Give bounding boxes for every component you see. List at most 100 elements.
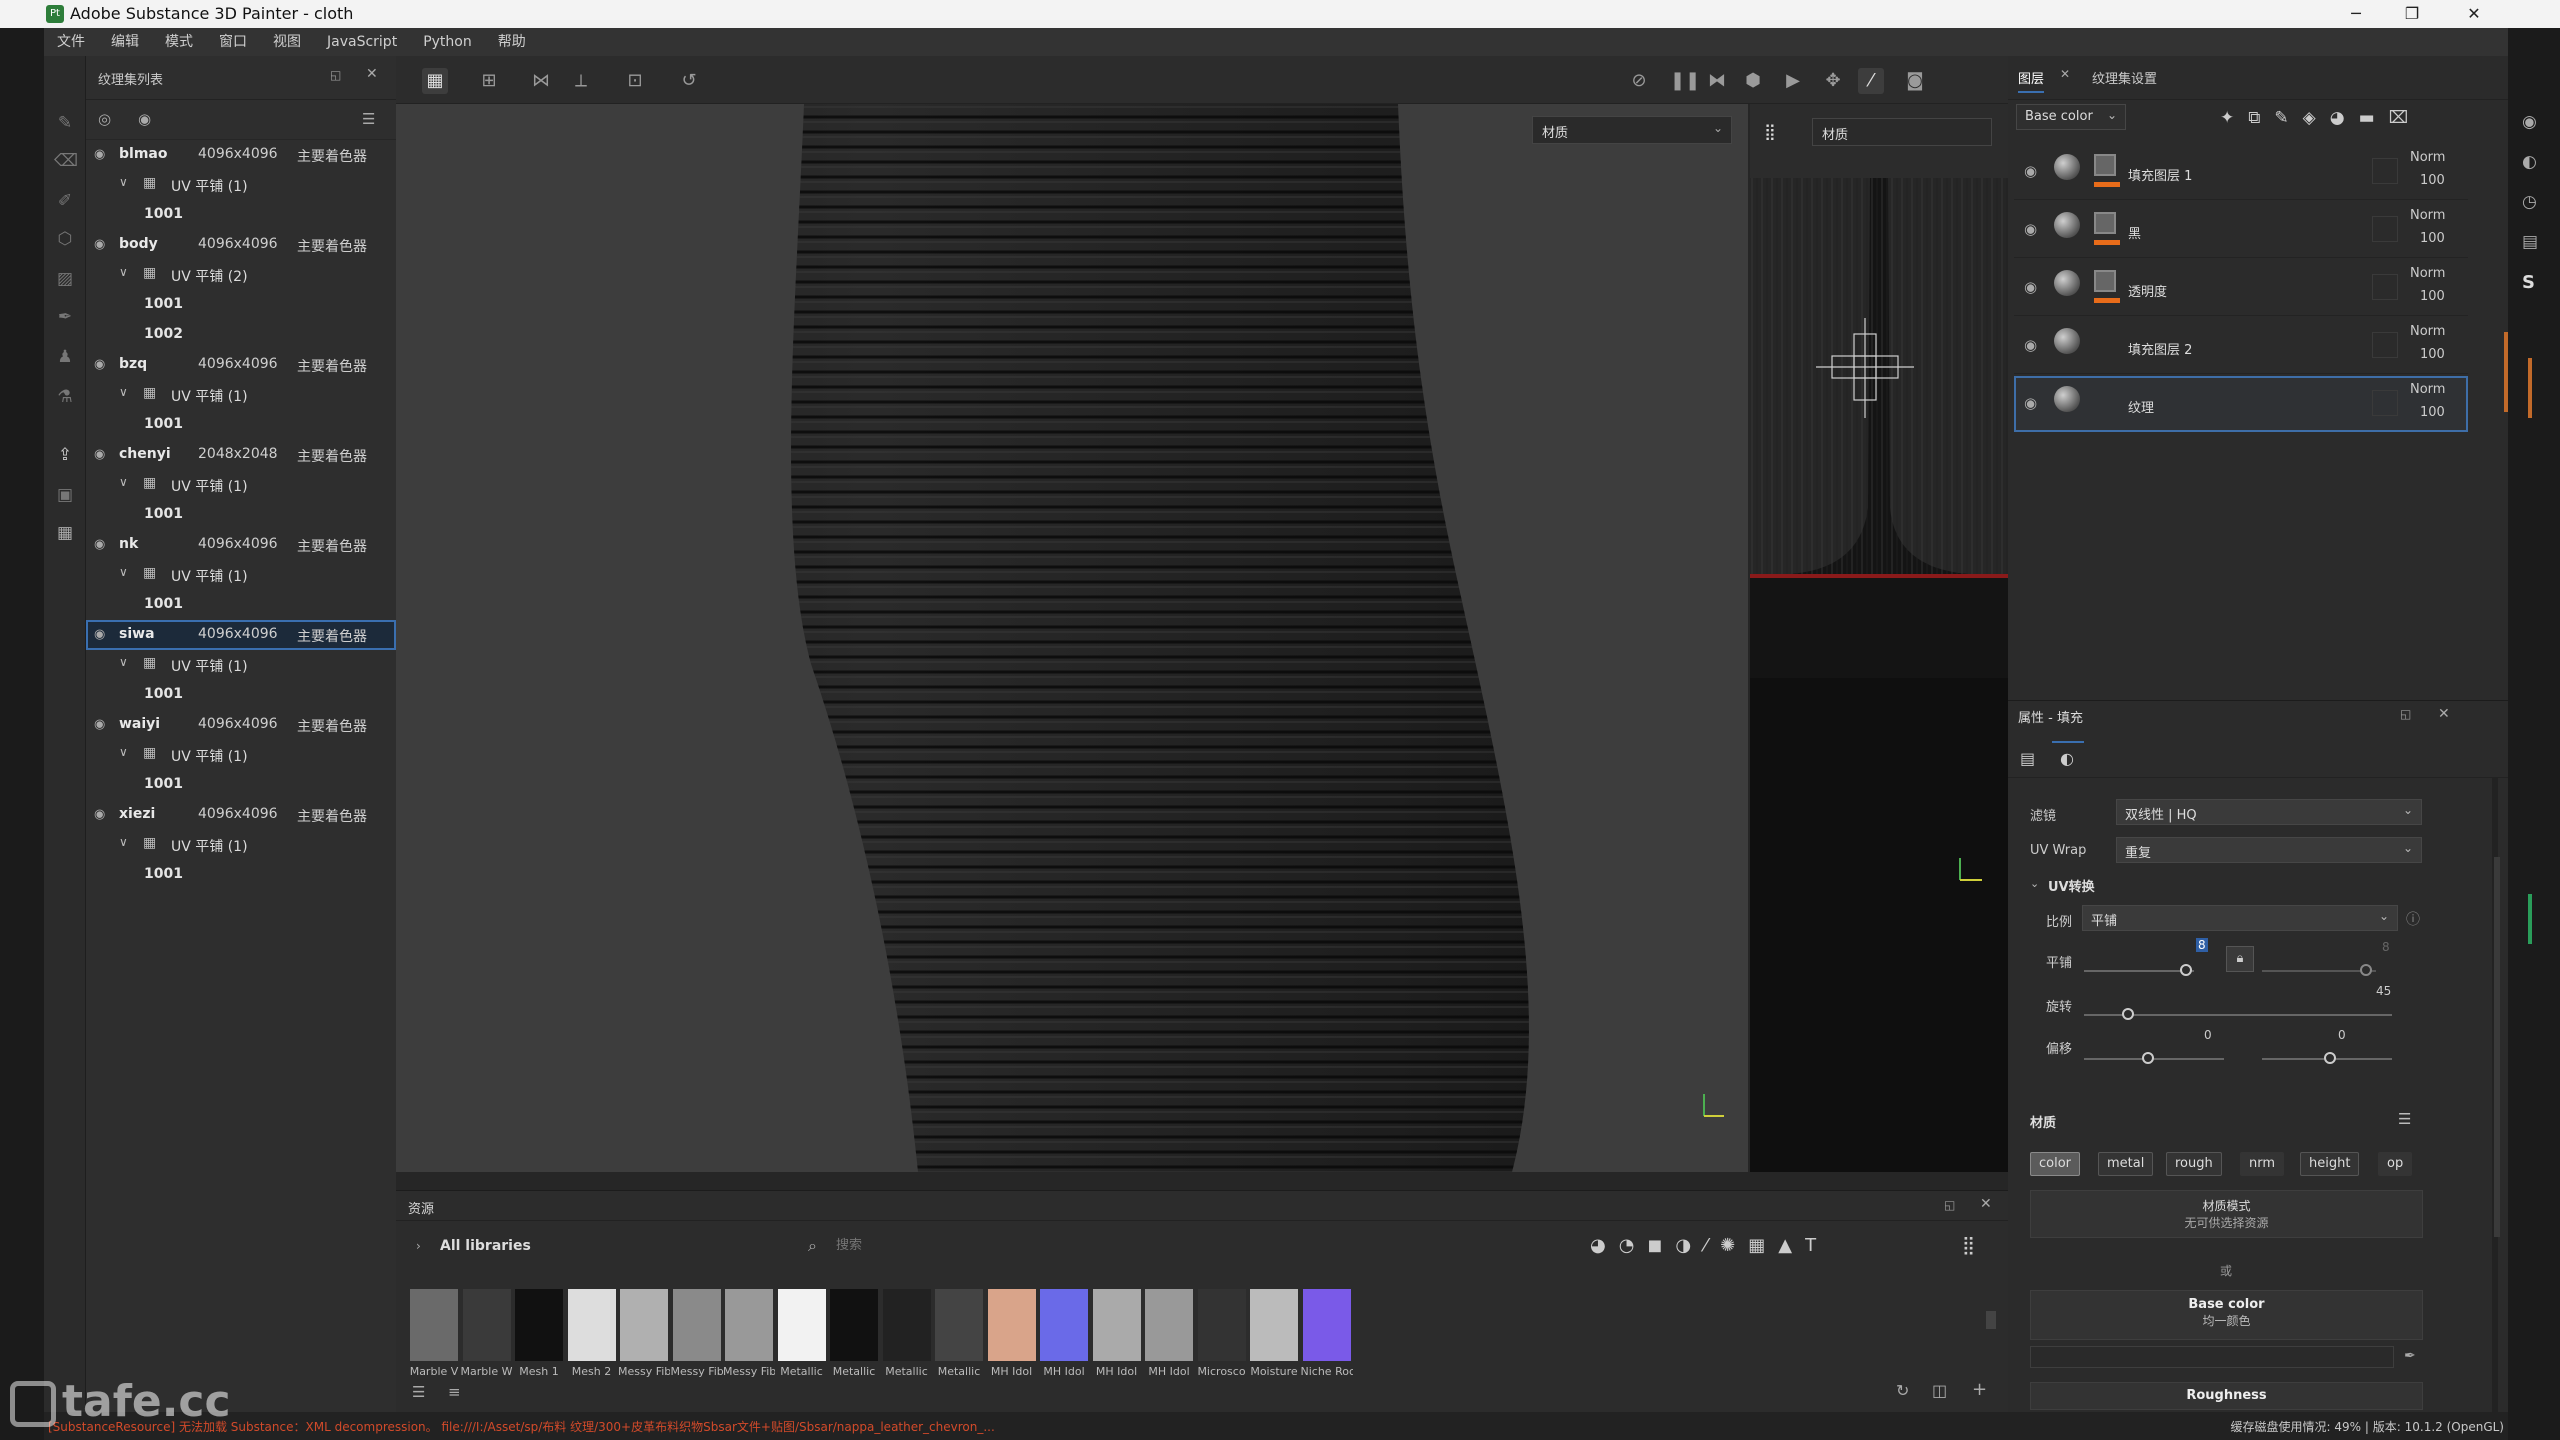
chevron-down-icon[interactable]: ∨ [119, 745, 128, 759]
menu-javascript[interactable]: JavaScript [314, 28, 410, 56]
texture-set-row[interactable]: ◉ xiezi 4096x4096 主要着色器 [86, 800, 396, 830]
sort-icon[interactable]: ≡ [448, 1383, 461, 1401]
base-color-card[interactable]: Base color 均一颜色 [2030, 1290, 2423, 1340]
filter-select[interactable]: 双线性 | HQ ⌄ [2116, 799, 2422, 825]
chevron-down-icon[interactable]: ∨ [119, 385, 128, 399]
eraser-icon[interactable]: ⌫ [54, 150, 78, 172]
chevron-down-icon[interactable]: ∨ [119, 175, 128, 189]
screenshot-icon[interactable]: ▦ [54, 522, 76, 544]
asset-thumbnail[interactable] [987, 1289, 1036, 1361]
asset-thumbnail[interactable] [1040, 1289, 1088, 1361]
scale-mode-select[interactable]: 平铺 ⌄ [2082, 905, 2398, 931]
video-camera-icon[interactable]: ▶ [1780, 68, 1806, 94]
chevron-down-icon[interactable]: ∨ [119, 475, 128, 489]
eye-icon[interactable]: ◉ [94, 447, 105, 462]
layout-grid-icon[interactable]: ⊞ [476, 68, 502, 94]
uv-tile-row[interactable]: 1001 [86, 200, 396, 230]
add-mask-icon[interactable]: ⧉ [2248, 108, 2274, 128]
environment-filter-icon[interactable]: ▲ [1778, 1235, 1805, 1256]
camera-snapshot-icon[interactable]: ◙ [1902, 68, 1928, 94]
close-panel-icon[interactable]: ✕ [366, 66, 378, 82]
uvwrap-select[interactable]: 重复 ⌄ [2116, 837, 2422, 863]
uv-tile-group[interactable]: ∨ ▦ UV 平铺 (1) [86, 740, 396, 770]
chip-height[interactable]: height [2300, 1152, 2360, 1176]
uv-tile-row[interactable]: 1001 [86, 590, 396, 620]
menu-help[interactable]: 帮助 [485, 28, 539, 56]
float-panel-icon[interactable]: ◱ [330, 68, 341, 82]
texture-set-row[interactable]: ◉ waiyi 4096x4096 主要着色器 [86, 710, 396, 740]
projection-icon[interactable]: ✐ [54, 190, 76, 212]
frame-icon[interactable]: ⊡ [622, 68, 648, 94]
chip-metal[interactable]: metal [2098, 1152, 2154, 1176]
asset-thumbnail[interactable] [882, 1289, 931, 1361]
offset-y-slider-knob[interactable] [2324, 1052, 2336, 1064]
symmetry-x-icon[interactable]: ⋈ [528, 68, 554, 94]
brush-filter-icon[interactable]: ⁄ [1704, 1235, 1720, 1256]
material-picker-icon[interactable]: ♟ [54, 346, 76, 368]
layer-row[interactable]: ◉ 填充图层 2 Norm 100 [2014, 318, 2468, 374]
blend-mode-select[interactable]: Norm [2410, 382, 2445, 397]
viewport-3d-mode-select[interactable]: 材质 ⌄ [1532, 116, 1732, 144]
uv-tile-group[interactable]: ∨ ▦ UV 平铺 (1) [86, 380, 396, 410]
tab-layers[interactable]: 图层 [2018, 68, 2045, 93]
chevron-down-icon[interactable]: ∨ [119, 655, 128, 669]
texture-filter-icon[interactable]: ▦ [1748, 1235, 1778, 1256]
menu-python[interactable]: Python [410, 28, 485, 56]
uv-tile-group[interactable]: ∨ ▦ UV 平铺 (1) [86, 830, 396, 860]
mask-filter-icon[interactable]: ◼ [1647, 1235, 1675, 1256]
layer-row[interactable]: ◉ 填充图层 1 Norm 100 [2014, 144, 2468, 200]
properties-scrollbar[interactable] [2494, 857, 2500, 1237]
brush-mode-icon[interactable]: ⁄ [1858, 68, 1884, 94]
mask-thumbnail[interactable] [2094, 212, 2116, 234]
chevron-down-icon[interactable]: ∨ [119, 835, 128, 849]
tiling-y-slider-knob[interactable] [2360, 964, 2372, 976]
float-panel-icon[interactable]: ◱ [2400, 707, 2411, 721]
tiling-slider-track[interactable] [2084, 970, 2194, 972]
opacity-value[interactable]: 100 [2420, 231, 2445, 246]
uv-tile-group[interactable]: ∨ ▦ UV 平铺 (1) [86, 170, 396, 200]
uv-transform-header[interactable]: UV转换 [2048, 876, 2095, 895]
asset-thumbnail[interactable] [620, 1289, 668, 1361]
mirror-icon[interactable]: ⧓ [1704, 68, 1730, 94]
eye-icon[interactable]: ◉ [94, 627, 105, 642]
eye-icon[interactable]: ◉ [94, 807, 105, 822]
blend-mode-select[interactable]: Norm [2410, 266, 2445, 281]
eye-icon[interactable]: ◉ [94, 717, 105, 732]
asset-thumbnail[interactable] [462, 1289, 511, 1361]
assets-search-input[interactable] [836, 1233, 1236, 1257]
asset-thumbnail[interactable] [1092, 1289, 1141, 1361]
material-mode-card[interactable]: 材质模式 无可供选择资源 [2030, 1190, 2423, 1238]
close-window-button[interactable]: ✕ [2446, 0, 2502, 28]
opacity-value[interactable]: 100 [2420, 173, 2445, 188]
tab-texture-set-settings[interactable]: 纹理集设置 [2092, 68, 2157, 87]
roughness-card[interactable]: Roughness [2030, 1382, 2423, 1410]
layer-row[interactable]: ◉ 黑 Norm 100 [2014, 202, 2468, 258]
add-smart-material-icon[interactable]: ◕ [2330, 108, 2359, 128]
text-filter-icon[interactable]: T [1805, 1235, 1829, 1256]
uv-tile-group[interactable]: ∨ ▦ UV 平铺 (1) [86, 560, 396, 590]
menu-edit[interactable]: 编辑 [98, 28, 152, 56]
texture-set-shader[interactable]: 主要着色器 [297, 716, 367, 736]
tiling-slider-knob[interactable] [2180, 964, 2192, 976]
layer-effect-slot[interactable] [2372, 158, 2398, 184]
uv-tile-group[interactable]: ∨ ▦ UV 平铺 (1) [86, 650, 396, 680]
minimize-button[interactable]: ─ [2328, 0, 2384, 28]
chip-nrm[interactable]: nrm [2240, 1152, 2285, 1176]
mask-thumbnail[interactable] [2094, 154, 2116, 176]
chevron-down-icon[interactable]: ∨ [119, 565, 128, 579]
layer-effect-slot[interactable] [2372, 216, 2398, 242]
eye-icon[interactable]: ◉ [94, 147, 105, 162]
uv-tile-row[interactable]: 1001 [86, 500, 396, 530]
paint-brush-icon[interactable]: ✎ [54, 112, 76, 134]
uv-tile-row[interactable]: 1002 [86, 320, 396, 350]
asset-thumbnail[interactable] [1145, 1289, 1193, 1361]
viewport-2d[interactable]: ⣿ 材质 [1750, 104, 2008, 1172]
texture-set-row[interactable]: ◉ nk 4096x4096 主要着色器 [86, 530, 396, 560]
opacity-value[interactable]: 100 [2420, 405, 2445, 420]
history-icon[interactable]: ◷ [2522, 192, 2537, 212]
tiling-value-input[interactable]: 8 [2196, 938, 2208, 952]
grid-view-icon[interactable]: ⣿ [1962, 1235, 1975, 1256]
viewport-3d[interactable]: 材质 ⌄ [396, 104, 1748, 1172]
asset-thumbnail[interactable] [725, 1289, 773, 1361]
smudge-icon[interactable]: ▨ [54, 268, 76, 290]
